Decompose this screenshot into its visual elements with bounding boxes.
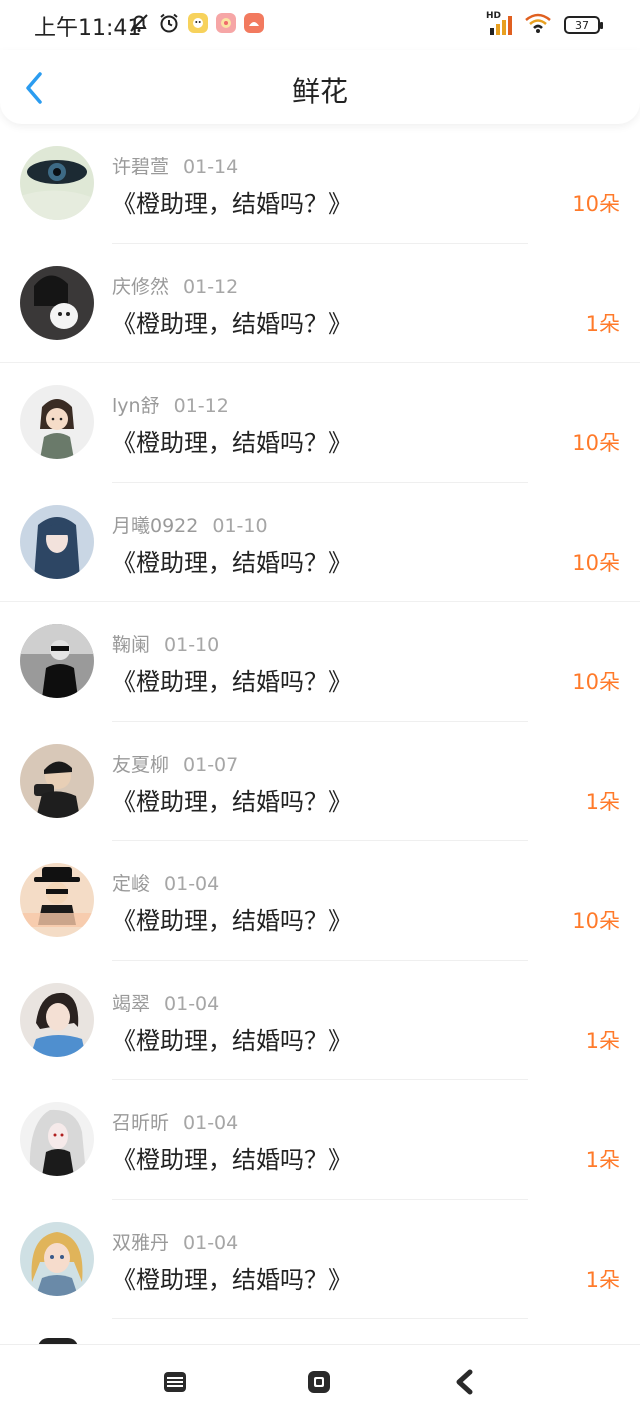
- flower-count: 10朵: [572, 670, 620, 694]
- system-nav-bar: [0, 1344, 640, 1422]
- avatar: [20, 1221, 94, 1296]
- app-notification-icon: [244, 13, 264, 33]
- bell-off-icon: [128, 12, 150, 34]
- status-time: 上午11:41: [34, 16, 142, 41]
- book-title: 《橙助理，结婚吗？》: [112, 190, 352, 218]
- alarm-icon: [158, 12, 180, 34]
- book-title: 《橙助理，结婚吗？》: [112, 309, 352, 338]
- avatar: [20, 863, 94, 937]
- flower-count: 10朵: [572, 431, 620, 455]
- user-name: 鞠阑: [112, 634, 151, 656]
- user-name: 友夏柳: [112, 753, 170, 776]
- flower-count: 1朵: [585, 1148, 620, 1172]
- home-icon[interactable]: [304, 1367, 334, 1397]
- user-name: 许碧萱: [112, 156, 170, 178]
- flower-count: 1朵: [585, 1028, 620, 1053]
- book-title: 《橙助理，结婚吗？》: [112, 429, 352, 457]
- record-date: 01-12: [183, 275, 239, 298]
- app-notification-icon: [188, 13, 208, 33]
- list-item[interactable]: 召昕昕 01-04 《橙助理，结婚吗？》 1朵: [0, 1080, 640, 1200]
- avatar: [20, 982, 94, 1057]
- book-title: 《橙助理，结婚吗？》: [112, 1026, 352, 1055]
- list-item[interactable]: 友夏柳 01-07 《橙助理，结婚吗？》 1朵: [0, 722, 640, 841]
- user-name: 双雅丹: [112, 1231, 170, 1254]
- book-title: 《橙助理，结婚吗？》: [112, 787, 352, 816]
- list-item[interactable]: 定峻 01-04 《橙助理，结婚吗？》 10朵: [0, 841, 640, 961]
- avatar: [20, 624, 94, 698]
- record-date: 01-12: [173, 395, 229, 417]
- back-icon[interactable]: [450, 1367, 480, 1397]
- status-icons-right: HD 37: [486, 11, 603, 38]
- avatar: [20, 385, 94, 459]
- book-title: 《橙助理，结婚吗？》: [112, 668, 352, 696]
- book-title: 《橙助理，结婚吗？》: [112, 548, 352, 577]
- divider: [112, 1318, 528, 1319]
- avatar: [20, 265, 94, 340]
- avatar: [20, 146, 94, 220]
- flower-count: 10朵: [572, 909, 620, 933]
- book-title: 《橙助理，结婚吗？》: [112, 1146, 352, 1174]
- battery-icon: 37: [564, 16, 603, 34]
- user-name: 召昕昕: [112, 1112, 170, 1134]
- user-name: 竭翠: [112, 992, 151, 1015]
- record-date: 01-04: [183, 1231, 239, 1254]
- book-title: 《橙助理，结婚吗？》: [112, 907, 352, 935]
- page-title: 鲜花: [291, 75, 348, 108]
- list-item[interactable]: 许碧萱 01-14 《橙助理，结婚吗？》 10朵: [0, 124, 640, 244]
- list-item[interactable]: 竭翠 01-04 《橙助理，结婚吗？》 1朵: [0, 961, 640, 1080]
- list-item[interactable]: 鞠阑 01-10 《橙助理，结婚吗？》 10朵: [0, 602, 640, 722]
- list-item[interactable]: lyn舒 01-12 《橙助理，结婚吗？》 10朵: [0, 363, 640, 483]
- signal-icon: HD: [486, 11, 512, 36]
- record-date: 01-07: [183, 753, 239, 776]
- list-item[interactable]: 庆修然 01-12 《橙助理，结婚吗？》 1朵: [0, 244, 640, 363]
- flower-count: 10朵: [572, 550, 620, 575]
- list-item[interactable]: 月曦0922 01-10 《橙助理，结婚吗？》 10朵: [0, 483, 640, 602]
- user-name: 月曦0922: [112, 514, 199, 537]
- record-date: 01-04: [164, 873, 220, 895]
- user-name: 定峻: [112, 873, 151, 895]
- flower-count: 1朵: [585, 789, 620, 814]
- menu-icon[interactable]: [160, 1367, 190, 1397]
- record-date: 01-04: [164, 992, 220, 1015]
- avatar: [20, 743, 94, 818]
- user-name: lyn舒: [112, 395, 160, 417]
- user-name: 庆修然: [112, 275, 170, 298]
- app-notification-icon: [216, 13, 236, 33]
- avatar: [20, 1102, 94, 1176]
- avatar: [20, 504, 94, 579]
- flower-record-list: 许碧萱 01-14 《橙助理，结婚吗？》 10朵 庆修然 01-12 《橙助理，结婚…: [0, 124, 640, 1319]
- record-date: 01-04: [183, 1112, 239, 1134]
- record-date: 01-10: [164, 634, 220, 656]
- flower-count: 1朵: [585, 1267, 620, 1292]
- nav-header: 鲜花: [0, 50, 640, 124]
- flower-count: 1朵: [585, 311, 620, 336]
- record-date: 01-10: [212, 514, 268, 537]
- status-bar: 上午11:41 HD 37: [0, 0, 640, 50]
- record-date: 01-14: [183, 156, 239, 178]
- wifi-icon: [524, 12, 552, 38]
- status-icons-left: [128, 12, 264, 34]
- flower-count: 10朵: [572, 192, 620, 216]
- book-title: 《橙助理，结婚吗？》: [112, 1265, 352, 1294]
- battery-level: 37: [575, 18, 589, 32]
- list-item[interactable]: 双雅丹 01-04 《橙助理，结婚吗？》 1朵: [0, 1200, 640, 1319]
